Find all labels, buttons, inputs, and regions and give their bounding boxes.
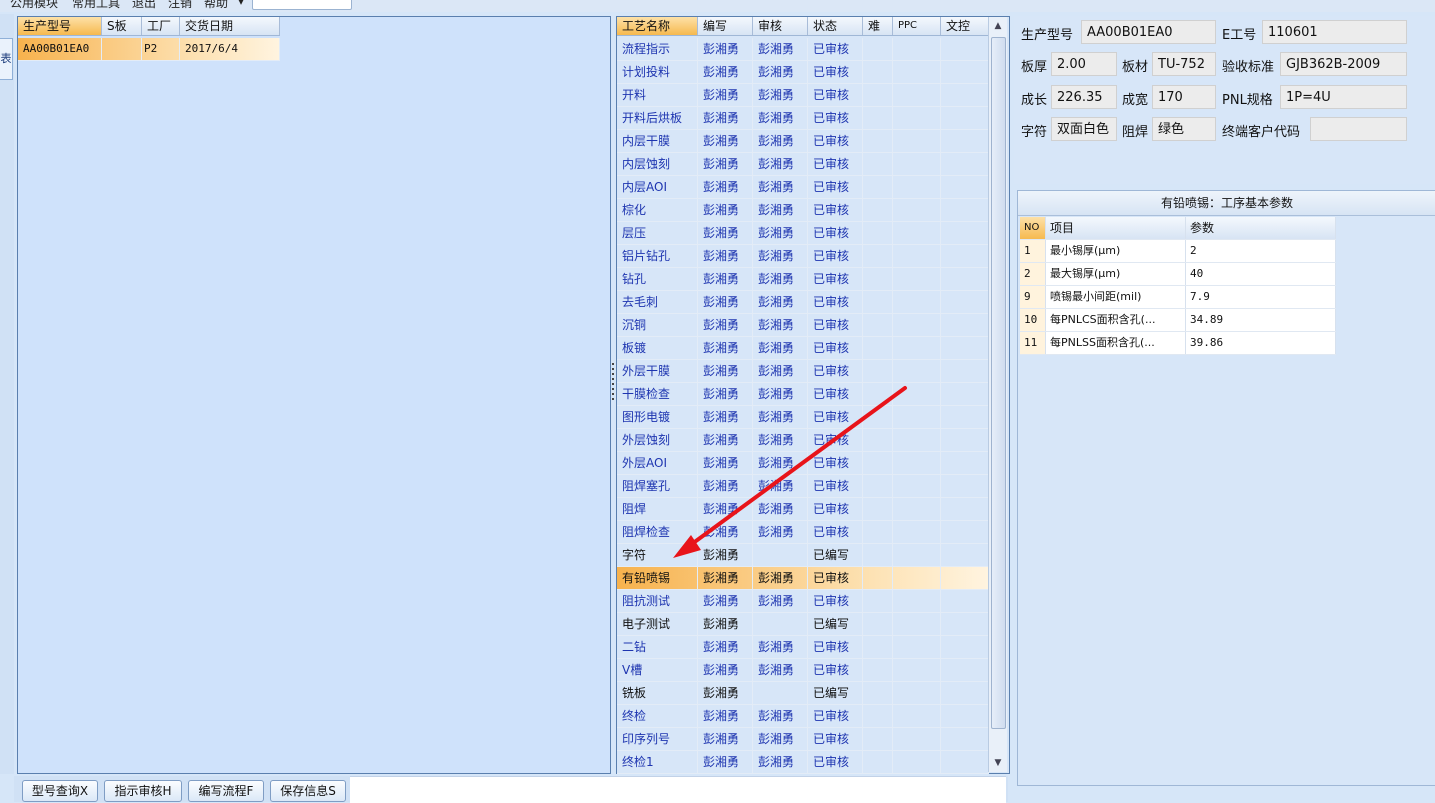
table-row[interactable]: 11 每PNLSS面积含孔(... 39.86 — [1020, 332, 1336, 355]
cell-value: 39.86 — [1186, 332, 1336, 354]
cell-item: 最小锡厚(μm) — [1046, 240, 1186, 262]
process-grid-scrollbar[interactable]: ▲ ▼ — [988, 17, 1007, 772]
col-header-factory[interactable]: 工厂 — [142, 17, 180, 35]
save-info-button[interactable]: 保存信息S — [270, 780, 346, 802]
process-params-panel: 有铅喷锡：工序基本参数 NO 项目 参数 1 最小锡厚(μm) 2 2 最大锡厚(μm)… — [1017, 190, 1435, 786]
cell-no: 9 — [1020, 286, 1046, 308]
cell-item: 每PNLCS面积含孔(... — [1046, 309, 1186, 331]
field-solder-mask[interactable]: 绿色 — [1152, 117, 1216, 141]
params-header: NO 项目 参数 — [1020, 217, 1336, 240]
field-length[interactable]: 226.35 — [1051, 85, 1117, 109]
field-thickness[interactable]: 2.00 — [1051, 52, 1117, 76]
label-length: 成长 — [1021, 93, 1048, 108]
orders-grid-header: 生产型号 S板 工厂 交货日期 — [18, 17, 280, 36]
chevron-down-icon[interactable]: ▾ — [238, 0, 244, 8]
orders-grid-panel: 生产型号 S板 工厂 交货日期 AA00B01EA0 P2 2017/6/4 — [17, 16, 611, 774]
process-grid-panel: 工艺名称 编写 审核 状态 难 PPC 文控 流程指示 彭湘勇 彭湘勇 已审核 计划投料… — [616, 16, 1010, 774]
label-customer-code: 终端客户代码 — [1222, 125, 1301, 140]
table-row[interactable]: 9 喷锡最小间距(mil) 7.9 — [1020, 286, 1336, 309]
write-flow-button[interactable]: 编写流程F — [188, 780, 264, 802]
cell-no: 11 — [1020, 332, 1046, 354]
cell-factory: P2 — [142, 38, 180, 60]
col-header-model[interactable]: 生产型号 — [18, 17, 102, 35]
instruction-review-button[interactable]: 指示审核H — [104, 780, 182, 802]
label-solder-mask: 阻焊 — [1122, 125, 1149, 140]
field-character[interactable]: 双面白色 — [1051, 117, 1117, 141]
cell-item: 每PNLSS面积含孔(... — [1046, 332, 1186, 354]
red-arrow-annotation — [673, 386, 907, 558]
menu-common-tools[interactable]: 常用工具 — [72, 0, 120, 11]
label-e-number: E工号 — [1222, 28, 1257, 43]
label-width: 成宽 — [1122, 93, 1149, 108]
label-pnl: PNL规格 — [1222, 93, 1273, 108]
scroll-down-icon[interactable]: ▼ — [991, 756, 1005, 770]
table-row[interactable]: AA00B01EA0 P2 2017/6/4 — [18, 38, 280, 61]
model-query-button[interactable]: 型号查询X — [22, 780, 98, 802]
cell-delivery-date: 2017/6/4 — [180, 38, 280, 60]
field-e-number[interactable]: 110601 — [1262, 20, 1407, 44]
splitter-handle[interactable] — [611, 360, 615, 430]
cell-value: 34.89 — [1186, 309, 1336, 331]
table-row[interactable]: 10 每PNLCS面积含孔(... 34.89 — [1020, 309, 1336, 332]
label-character: 字符 — [1021, 125, 1048, 140]
cell-item: 最大锡厚(μm) — [1046, 263, 1186, 285]
col-header-param[interactable]: 参数 — [1186, 217, 1336, 239]
field-model[interactable]: AA00B01EA0 — [1081, 20, 1216, 44]
field-customer-code[interactable] — [1310, 117, 1407, 141]
table-row[interactable]: 1 最小锡厚(μm) 2 — [1020, 240, 1336, 263]
cell-no: 1 — [1020, 240, 1046, 262]
cell-s-board — [102, 38, 142, 60]
bottom-blank-area — [350, 776, 1006, 803]
side-tab[interactable]: 表 — [0, 38, 13, 80]
menu-logout[interactable]: 注销 — [168, 0, 192, 11]
col-header-s-board[interactable]: S板 — [102, 17, 142, 35]
col-header-item[interactable]: 项目 — [1046, 217, 1186, 239]
label-model: 生产型号 — [1021, 28, 1074, 43]
menu-bar: 公用模块 常用工具 退出 注销 帮助 ▾ — [0, 0, 1435, 12]
cell-value: 2 — [1186, 240, 1336, 262]
menu-help[interactable]: 帮助 — [204, 0, 228, 11]
col-header-no[interactable]: NO — [1020, 217, 1046, 239]
scroll-thumb[interactable] — [991, 37, 1006, 729]
label-standard: 验收标准 — [1222, 60, 1275, 75]
menu-public-modules[interactable]: 公用模块 — [10, 0, 58, 11]
field-width[interactable]: 170 — [1152, 85, 1216, 109]
params-title: 有铅喷锡：工序基本参数 — [1018, 191, 1435, 216]
cell-no: 2 — [1020, 263, 1046, 285]
field-standard[interactable]: GJB362B-2009 — [1280, 52, 1407, 76]
label-material: 板材 — [1122, 60, 1149, 75]
col-header-delivery-date[interactable]: 交货日期 — [180, 17, 280, 35]
cell-value: 7.9 — [1186, 286, 1336, 308]
cell-value: 40 — [1186, 263, 1336, 285]
table-row[interactable]: 2 最大锡厚(μm) 40 — [1020, 263, 1336, 286]
field-material[interactable]: TU-752 — [1152, 52, 1216, 76]
cell-item: 喷锡最小间距(mil) — [1046, 286, 1186, 308]
cell-no: 10 — [1020, 309, 1046, 331]
menu-combo-box[interactable] — [252, 0, 352, 10]
label-thickness: 板厚 — [1021, 60, 1048, 75]
cell-model: AA00B01EA0 — [18, 38, 102, 60]
scroll-up-icon[interactable]: ▲ — [991, 19, 1005, 33]
menu-exit[interactable]: 退出 — [132, 0, 156, 11]
left-side-strip: 表 — [0, 14, 14, 774]
product-info-panel: 生产型号 AA00B01EA0 E工号 110601 板厚 2.00 板材 TU… — [1014, 16, 1435, 184]
field-pnl[interactable]: 1P=4U — [1280, 85, 1407, 109]
